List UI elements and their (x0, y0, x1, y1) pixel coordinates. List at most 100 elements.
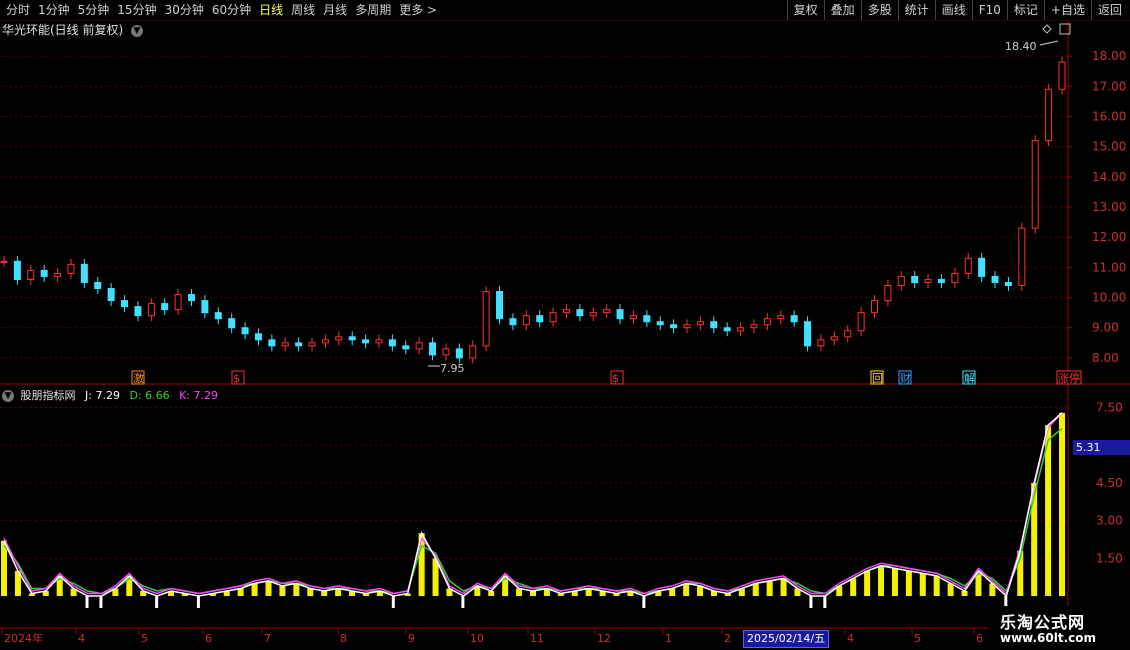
candle-body (295, 342, 303, 347)
candle-body (710, 321, 718, 329)
price-tick-label: 11.00 (1092, 260, 1126, 274)
indicator-bar (850, 578, 857, 596)
candle-body (603, 309, 611, 314)
low-annotation: 7.95 (440, 362, 465, 375)
indicator-bar (697, 585, 704, 596)
candle-body (348, 336, 356, 341)
candle-body (13, 260, 21, 280)
watermark-title: 乐淘公式网 (1000, 613, 1086, 632)
price-tick-label: 15.00 (1092, 140, 1126, 154)
candle-body (536, 315, 544, 323)
candle-body (0, 260, 8, 263)
candle-body (857, 312, 865, 332)
indicator-bar (293, 583, 300, 596)
candle-body (415, 342, 423, 350)
candle-body (763, 318, 771, 326)
high-annotation: 18.40 (1005, 40, 1037, 53)
candle-body (241, 327, 249, 335)
candle-body (469, 345, 477, 359)
candle-body (830, 336, 838, 341)
indicator-d-value: D: 6.66 (129, 389, 170, 402)
indicator-neg-bar (155, 596, 159, 608)
current-value-badge: 5.31 (1073, 440, 1130, 455)
candle-body (643, 315, 651, 323)
price-tick-label: 8.00 (1092, 351, 1119, 365)
price-tick-label: 16.00 (1092, 109, 1126, 123)
indicator-neg-bar (823, 596, 827, 608)
candle-body (107, 288, 115, 302)
candle-body (589, 312, 597, 317)
candle-body (937, 278, 945, 283)
candle-body (1058, 61, 1066, 90)
candle-body (1004, 281, 1012, 286)
candle-body (817, 339, 825, 347)
candle-body (40, 269, 48, 277)
candle-body (696, 321, 704, 326)
candle-body (951, 272, 959, 283)
candle-body (804, 321, 812, 347)
candle-body (683, 324, 691, 329)
candle-body (978, 257, 986, 277)
candle-body (134, 306, 142, 317)
event-marker: $ (233, 372, 240, 385)
candle-body (228, 318, 236, 329)
candle-body (281, 342, 289, 347)
candle-body (214, 312, 222, 320)
price-tick-label: 9.00 (1092, 321, 1119, 335)
candle-body (174, 294, 182, 311)
kline-chart[interactable]: 18.0017.0016.0015.0014.0013.0012.0011.00… (0, 0, 1130, 650)
indicator-neg-bar (809, 596, 813, 608)
candle-body (991, 275, 999, 283)
candle-body (147, 303, 155, 317)
indicator-title: ▼ 股朋指标网 J: 7.29 D: 6.66 K: 7.29 (2, 387, 224, 403)
date-tick-label: 7 (264, 632, 271, 645)
indicator-bar (251, 583, 258, 596)
candle-body (54, 272, 62, 277)
date-tick-label: 5 (914, 632, 921, 645)
candle-body (576, 309, 584, 317)
candle-body (871, 300, 879, 314)
candle-body (429, 342, 437, 356)
indicator-neg-bar (461, 596, 465, 608)
candle-body (482, 291, 490, 347)
candle-body (321, 339, 329, 344)
candle-body (375, 339, 383, 344)
indicator-neg-bar (196, 596, 200, 608)
candle-body (549, 312, 557, 323)
chevron-down-icon[interactable]: ▼ (2, 390, 14, 402)
date-tick-label: 1 (665, 632, 672, 645)
event-marker: $ (612, 372, 619, 385)
price-tick-label: 18.00 (1092, 49, 1126, 63)
date-tick-label: 12 (597, 632, 611, 645)
candle-body (723, 327, 731, 332)
indicator-neg-bar (391, 596, 395, 608)
event-marker: 解 (964, 371, 975, 385)
indicator-neg-bar (642, 596, 646, 608)
candle-body (27, 269, 35, 280)
candle-body (268, 339, 276, 347)
candle-body (844, 330, 852, 338)
indicator-bar (683, 583, 690, 596)
indicator-tick-label: 3.00 (1096, 514, 1123, 528)
event-marker: 涨停 (1058, 371, 1080, 385)
indicator-bar (766, 580, 773, 596)
candle-body (1018, 227, 1026, 286)
k-series-line (3, 412, 1063, 595)
candle-body (388, 339, 396, 347)
candle-body (884, 284, 892, 302)
candle-body (629, 315, 637, 320)
candle-body (121, 300, 129, 308)
candle-body (670, 324, 678, 329)
event-marker: 激 (133, 371, 144, 385)
j-series-line (3, 412, 1063, 598)
indicator-bar (1031, 482, 1038, 596)
candle-body (1031, 140, 1039, 229)
candle-body (656, 321, 664, 326)
indicator-tick-label: 4.50 (1096, 476, 1123, 490)
candle-body (509, 318, 517, 326)
candle-body (455, 348, 463, 359)
candle-body (496, 291, 504, 320)
candle-body (187, 294, 195, 302)
candle-body (201, 300, 209, 314)
event-marker: 财 (900, 371, 911, 385)
